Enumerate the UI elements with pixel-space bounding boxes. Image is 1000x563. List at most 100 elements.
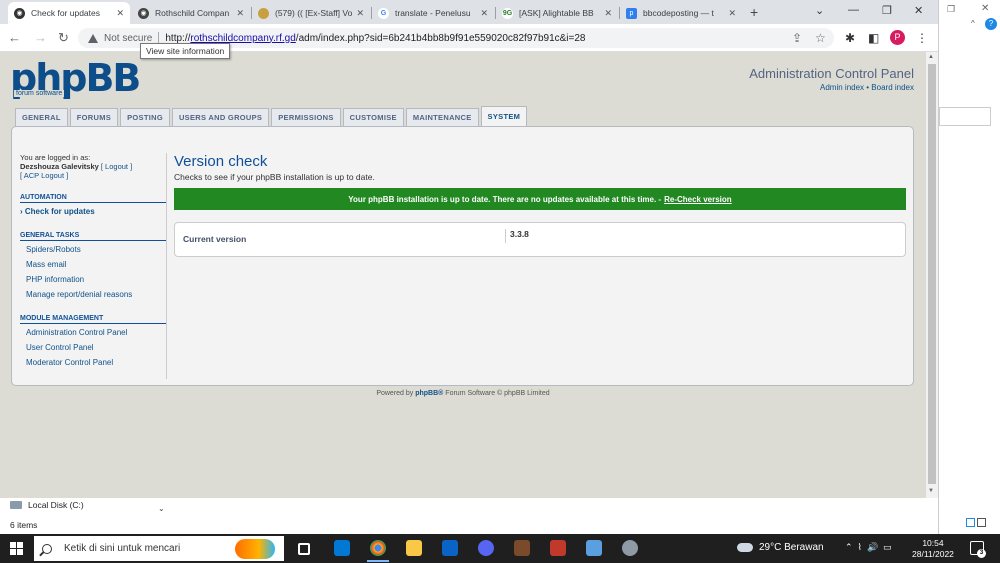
close-tab-icon[interactable]: ✕ — [116, 8, 124, 19]
search-box[interactable] — [939, 107, 991, 126]
store-icon[interactable] — [334, 540, 350, 556]
task-view-icon[interactable] — [298, 543, 310, 555]
paint-icon[interactable] — [622, 540, 638, 556]
system-tray-icons[interactable]: ⌃ ⌇ 🔊 ▭ — [845, 542, 892, 553]
menu-item-php-information[interactable]: PHP information — [20, 271, 167, 286]
page-description: Checks to see if your phpBB installation… — [174, 172, 375, 182]
tab-search-icon[interactable]: ⌄ — [815, 4, 824, 17]
scroll-up-icon[interactable]: ▲ — [928, 54, 934, 60]
side-panel-icon[interactable]: ◧ — [868, 31, 879, 45]
current-version-value: 3.3.8 — [505, 229, 529, 243]
notification-icon[interactable]: 3 — [970, 541, 986, 558]
tab-title: Check for updates — [31, 8, 100, 18]
bookmark-star-icon[interactable]: ☆ — [815, 31, 826, 45]
tab-customise[interactable]: CUSTOMISE — [342, 108, 404, 126]
minimize-icon[interactable]: — — [848, 4, 859, 16]
tab-system[interactable]: SYSTEM — [480, 106, 528, 126]
share-icon[interactable]: ⇪ — [792, 31, 802, 45]
tab-forums[interactable]: FORUMS — [69, 108, 119, 126]
tab-title: bbcodeposting — t — [643, 8, 714, 18]
close-icon[interactable]: ✕ — [981, 3, 989, 14]
forward-icon[interactable]: → — [34, 30, 47, 45]
username: Dezshouza Galevitsky — [20, 162, 99, 171]
browser-tab[interactable]: G translate - Penelusu ✕ — [372, 2, 494, 24]
menu-item-mass-email[interactable]: Mass email — [20, 256, 167, 271]
search-icon — [42, 543, 52, 554]
reload-icon[interactable]: ↻ — [58, 30, 69, 46]
weather-widget[interactable]: 29°C Berawan — [737, 542, 824, 553]
acp-logout-link[interactable]: [ ACP Logout ] — [20, 171, 68, 180]
view-toggle — [966, 518, 986, 527]
search-highlight-icon[interactable] — [235, 539, 275, 559]
scroll-down-icon[interactable]: ▼ — [928, 488, 934, 494]
page-scrollbar[interactable]: ▲ ▼ — [926, 52, 938, 498]
close-tab-icon[interactable]: ✕ — [356, 8, 364, 19]
close-tab-icon[interactable]: ✕ — [480, 8, 488, 19]
acp-side-menu: You are logged in as: Dezshouza Galevits… — [20, 153, 167, 369]
local-disk-item[interactable]: Local Disk (C:) — [10, 500, 84, 510]
recheck-version-link[interactable]: Re-Check version — [664, 195, 732, 204]
tab-maintenance[interactable]: MAINTENANCE — [405, 108, 479, 126]
admin-index-link[interactable]: Admin index — [820, 83, 864, 92]
chrome-icon[interactable] — [367, 540, 389, 562]
status-success-banner: Your phpBB installation is up to date. T… — [174, 188, 906, 210]
browser-tab-active[interactable]: ◉ Check for updates ✕ — [8, 2, 130, 24]
site-info-button[interactable]: Not secure — [88, 33, 152, 44]
tab-permissions[interactable]: PERMISSIONS — [271, 108, 341, 126]
browser-tab[interactable]: p bbcodeposting — t ✕ — [620, 2, 742, 24]
back-icon[interactable]: ← — [8, 30, 21, 45]
game-icon[interactable] — [514, 540, 530, 556]
details-view-icon[interactable] — [966, 518, 975, 527]
page-viewport: phpBB forum software Administration Cont… — [0, 52, 926, 498]
menu-item-acp-modules[interactable]: Administration Control Panel — [20, 324, 167, 339]
menu-item-mcp-modules[interactable]: Moderator Control Panel — [20, 354, 167, 369]
menu-item-ucp-modules[interactable]: User Control Panel — [20, 339, 167, 354]
header-links: Admin index • Board index — [820, 83, 914, 92]
restore-icon[interactable]: ❐ — [947, 4, 955, 15]
app-icon[interactable] — [550, 540, 566, 556]
new-tab-icon[interactable]: + — [750, 4, 758, 20]
notepad-icon[interactable] — [586, 540, 602, 556]
close-tab-icon[interactable]: ✕ — [236, 8, 244, 19]
close-tab-icon[interactable]: ✕ — [604, 8, 612, 19]
board-index-link[interactable]: Board index — [871, 83, 914, 92]
acp-tabs: GENERAL FORUMS POSTING USERS AND GROUPS … — [15, 106, 528, 126]
browser-tab[interactable]: ◉ Rothschild Compan ✕ — [132, 2, 250, 24]
tab-posting[interactable]: POSTING — [120, 108, 170, 126]
extensions-icon[interactable]: ✱ — [845, 31, 855, 45]
help-icon[interactable]: ? — [985, 18, 997, 30]
browser-tab[interactable]: (579) (( [Ex-Staff] Vo ✕ — [252, 2, 370, 24]
mail-icon[interactable] — [442, 540, 458, 556]
tab-title: Rothschild Compan — [155, 8, 230, 18]
cloud-icon — [737, 543, 753, 552]
page-header-title: Administration Control Panel — [749, 66, 914, 81]
url-text: http://rothschildcompany.rf.gd/adm/index… — [165, 32, 586, 44]
menu-item-spiders-robots[interactable]: Spiders/Robots — [20, 241, 167, 256]
browser-tab[interactable]: 9G [ASK] Alightable BB ✕ — [496, 2, 618, 24]
page-title: Version check — [174, 153, 268, 170]
file-explorer-icon[interactable] — [406, 540, 422, 556]
menu-icon[interactable]: ⋮ — [916, 31, 928, 45]
current-version-label: Current version — [183, 234, 247, 244]
phpbb-footer-link[interactable]: phpBB® — [415, 390, 443, 397]
chevron-up-icon[interactable]: ^ — [971, 19, 975, 28]
windows-start-icon[interactable] — [10, 542, 23, 555]
menu-item-check-updates[interactable]: › Check for updates — [20, 203, 167, 218]
item-count: 6 items — [10, 520, 38, 530]
clock[interactable]: 10:54 28/11/2022 — [912, 538, 954, 560]
main-content: Version check Checks to see if your phpB… — [174, 153, 906, 257]
chevron-down-icon[interactable]: ⌄ — [158, 504, 165, 513]
tab-general[interactable]: GENERAL — [15, 108, 68, 126]
restore-icon[interactable]: ❐ — [882, 4, 892, 17]
warning-icon — [88, 33, 98, 43]
menu-item-report-reasons[interactable]: Manage report/denial reasons — [20, 286, 167, 301]
tiles-view-icon[interactable] — [977, 518, 986, 527]
close-tab-icon[interactable]: ✕ — [728, 8, 736, 19]
profile-avatar[interactable]: P — [890, 30, 905, 45]
tab-users-and-groups[interactable]: USERS AND GROUPS — [171, 108, 270, 126]
discord-icon[interactable] — [478, 540, 494, 556]
logout-link[interactable]: [ Logout ] — [101, 162, 132, 171]
close-window-icon[interactable]: ✕ — [914, 4, 923, 17]
p-icon: p — [626, 7, 637, 19]
scroll-thumb[interactable] — [928, 64, 936, 484]
